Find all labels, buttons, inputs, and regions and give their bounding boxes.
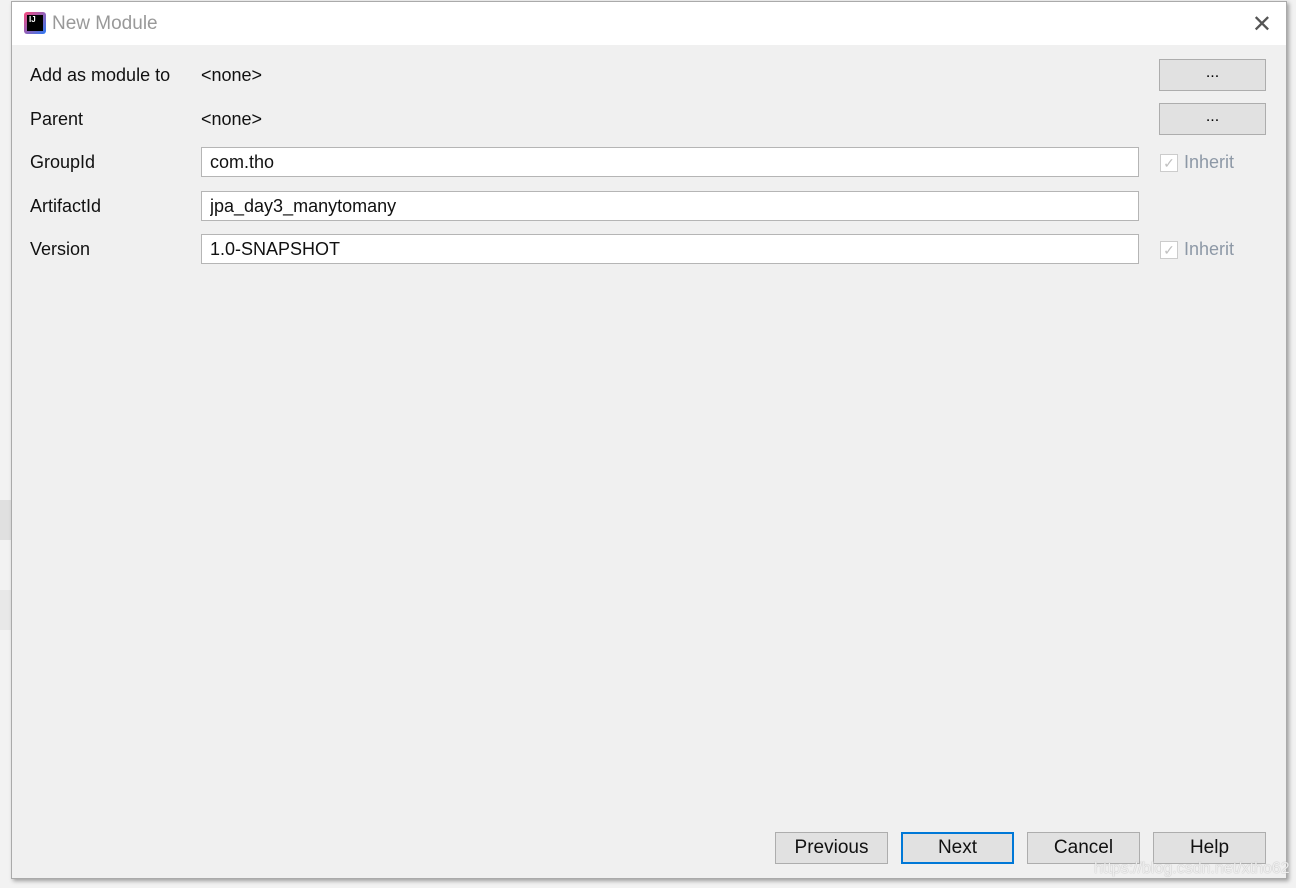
title-bar: IJ New Module ✕ <box>12 2 1286 45</box>
artifactid-label: ArtifactId <box>30 196 102 216</box>
parent-value: <none> <box>201 109 263 129</box>
version-inherit-checkbox[interactable]: ✓ Inherit <box>1160 239 1234 260</box>
checkmark-icon: ✓ <box>1160 240 1178 259</box>
next-button[interactable]: Next <box>901 832 1014 864</box>
add-as-module-browse-button[interactable]: ... <box>1159 59 1266 91</box>
checkmark-icon: ✓ <box>1160 153 1178 172</box>
watermark: https://blog.csdn.net/xtho62 <box>1094 860 1290 877</box>
add-as-module-label: Add as module to <box>30 65 171 85</box>
artifactid-input[interactable] <box>201 191 1139 221</box>
groupid-inherit-checkbox[interactable]: ✓ Inherit <box>1160 152 1234 173</box>
groupid-label: GroupId <box>30 152 96 172</box>
intellij-logo-icon: IJ <box>24 12 46 34</box>
parent-label: Parent <box>30 109 84 129</box>
version-input[interactable] <box>201 234 1139 264</box>
close-icon[interactable]: ✕ <box>1252 10 1272 39</box>
add-as-module-value: <none> <box>201 65 263 85</box>
dialog-title: New Module <box>52 13 158 34</box>
parent-browse-button[interactable]: ... <box>1159 103 1266 135</box>
previous-button[interactable]: Previous <box>775 832 888 864</box>
groupid-input[interactable] <box>201 147 1139 177</box>
new-module-dialog: IJ New Module ✕ Add as module to <none> … <box>11 1 1287 879</box>
version-label: Version <box>30 239 91 259</box>
